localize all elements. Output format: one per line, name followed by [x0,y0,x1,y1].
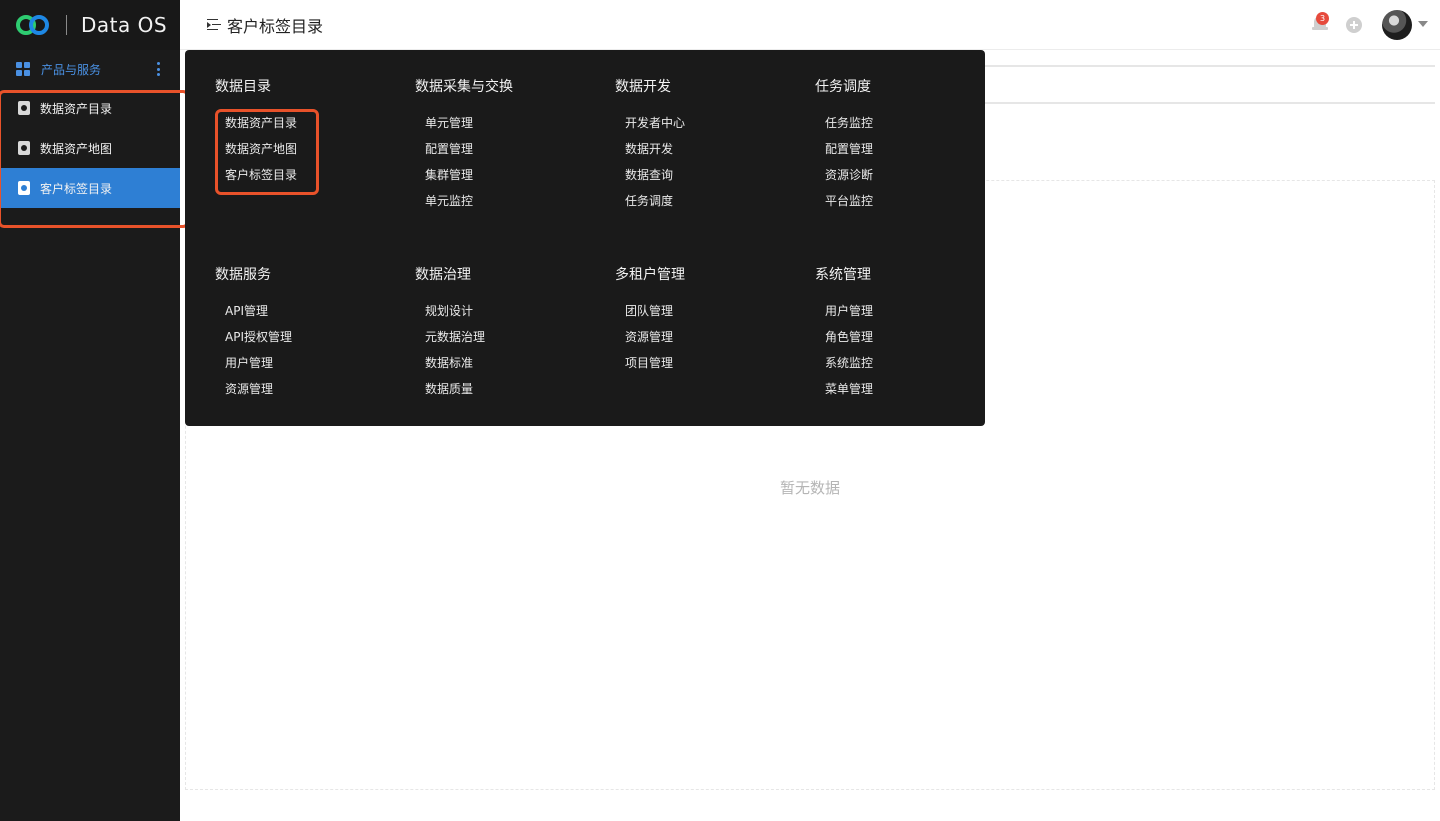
document-icon [18,141,30,155]
empty-state-text: 暂无数据 [779,479,840,497]
menu-category: 数据治理 [415,267,471,283]
sidebar-item-customer-tags[interactable]: 客户标签目录 [0,168,180,208]
menu-item[interactable]: 资源管理 [225,376,415,402]
menu-item[interactable]: 配置管理 [825,136,1015,162]
menu-item[interactable]: 资源诊断 [825,162,1015,188]
document-icon [18,101,30,115]
menu-item[interactable]: 角色管理 [825,324,1015,350]
notification-badge: 3 [1316,12,1329,25]
menu-item[interactable]: 系统监控 [825,350,1015,376]
products-mega-menu: 数据目录 数据资产目录 数据资产地图 客户标签目录 数据采集与交换 单元管理 配… [185,50,985,426]
products-services-menu[interactable]: 产品与服务 [0,50,180,88]
sidebar-list: 数据资产目录 数据资产地图 客户标签目录 [0,88,180,208]
menu-item[interactable]: 用户管理 [825,298,1015,324]
menu-item[interactable]: 数据开发 [625,136,815,162]
avatar[interactable] [1382,10,1412,40]
menu-item[interactable]: 规划设计 [425,298,615,324]
logo-icon [16,13,52,37]
menu-column: 数据服务 API管理 API授权管理 用户管理 资源管理 [215,265,415,402]
menu-item[interactable]: 数据质量 [425,376,615,402]
menu-item[interactable]: API授权管理 [225,324,415,350]
logo-text: Data OS [81,13,168,37]
menu-item[interactable]: 项目管理 [625,350,815,376]
add-circle-icon[interactable] [1346,17,1362,33]
menu-category: 多租户管理 [615,267,685,283]
logo-bar[interactable]: Data OS [0,0,180,50]
menu-item[interactable]: 团队管理 [625,298,815,324]
menu-category: 系统管理 [815,267,871,283]
menu-column: 任务调度 任务监控 配置管理 资源诊断 平台监控 [815,77,1015,214]
menu-item[interactable]: 数据资产地图 [225,136,415,162]
sidebar-item-asset-map[interactable]: 数据资产地图 [0,128,180,168]
more-vertical-icon[interactable] [156,62,160,76]
menu-column: 数据目录 数据资产目录 数据资产地图 客户标签目录 [215,77,415,188]
menu-item[interactable]: 元数据治理 [425,324,615,350]
menu-item[interactable]: 数据资产目录 [225,110,415,136]
sidebar-item-label: 数据资产目录 [40,101,113,116]
menu-item[interactable]: 客户标签目录 [225,162,415,188]
menu-item[interactable]: 配置管理 [425,136,615,162]
menu-column: 多租户管理 团队管理 资源管理 项目管理 [615,265,815,376]
menu-item[interactable]: 单元管理 [425,110,615,136]
sidebar-item-label: 客户标签目录 [40,181,113,196]
menu-column: 系统管理 用户管理 角色管理 系统监控 菜单管理 [815,265,1015,402]
menu-item[interactable]: 数据查询 [625,162,815,188]
menu-item[interactable]: 任务监控 [825,110,1015,136]
menu-fold-icon[interactable] [207,18,221,31]
menu-item[interactable]: 数据标准 [425,350,615,376]
menu-column: 数据治理 规划设计 元数据治理 数据标准 数据质量 [415,265,615,402]
sidebar-item-label: 数据资产地图 [40,141,113,156]
menu-item[interactable]: 单元监控 [425,188,615,214]
menu-column: 数据开发 开发者中心 数据开发 数据查询 任务调度 [615,77,815,214]
page-title: 客户标签目录 [227,16,324,36]
menu-item[interactable]: 平台监控 [825,188,1015,214]
chevron-down-icon[interactable] [1418,21,1428,27]
sidebar-item-asset-catalog[interactable]: 数据资产目录 [0,88,180,128]
menu-item[interactable]: 资源管理 [625,324,815,350]
menu-category: 数据服务 [215,267,271,283]
menu-item[interactable]: API管理 [225,298,415,324]
top-bar: 客户标签目录 3 [180,0,1440,50]
menu-item[interactable]: 菜单管理 [825,376,1015,402]
menu-category: 数据目录 [215,79,271,95]
menu-item[interactable]: 任务调度 [625,188,815,214]
menu-item[interactable]: 开发者中心 [625,110,815,136]
menu-item[interactable]: 集群管理 [425,162,615,188]
menu-item[interactable]: 用户管理 [225,350,415,376]
grid-icon [16,62,30,76]
sidebar: Data OS 产品与服务 数据资产目录 数据资产地图 客户标签目录 [0,0,180,821]
section-label: 产品与服务 [41,62,102,77]
document-icon [18,181,30,195]
menu-category: 任务调度 [815,79,871,95]
logo-divider [66,15,67,35]
menu-category: 数据开发 [615,79,671,95]
menu-category: 数据采集与交换 [415,79,513,95]
menu-column: 数据采集与交换 单元管理 配置管理 集群管理 单元监控 [415,77,615,214]
